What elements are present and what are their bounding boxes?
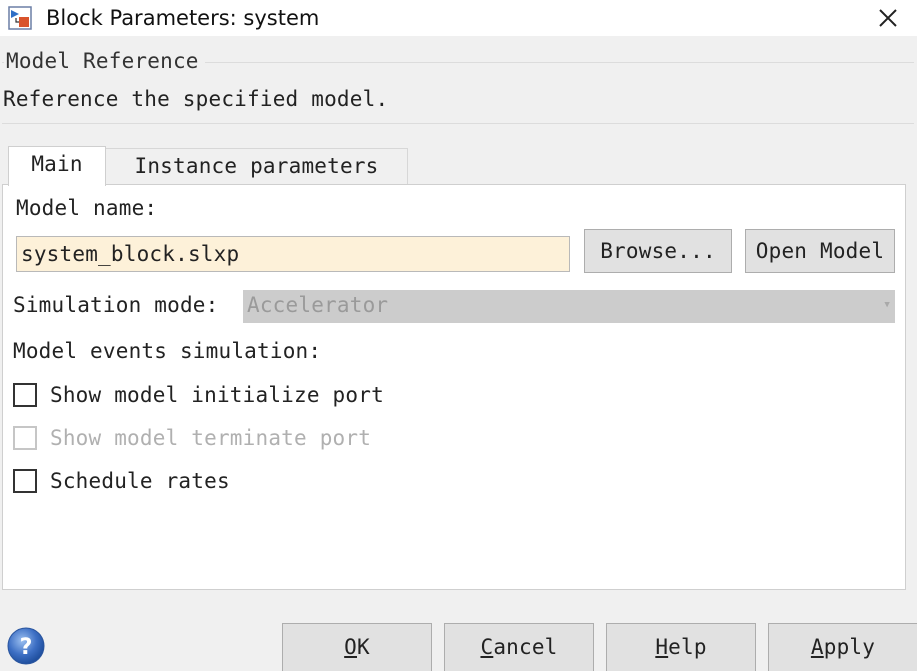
cancel-label-rest: ancel	[493, 635, 558, 659]
block-type-label: Model Reference	[4, 46, 205, 76]
help-accel: H	[655, 635, 669, 659]
tab-main[interactable]: Main	[8, 146, 106, 186]
tab-instance-parameters[interactable]: Instance parameters	[106, 148, 408, 184]
cancel-button[interactable]: Cancel	[444, 623, 594, 671]
schedule-rates-checkbox[interactable]	[13, 469, 37, 493]
chevron-down-icon: ▼	[884, 300, 890, 310]
apply-accel: A	[810, 635, 824, 659]
window-title: Block Parameters: system	[46, 6, 320, 30]
schedule-rates-label[interactable]: Schedule rates	[50, 466, 230, 496]
apply-label-rest: pply	[823, 635, 876, 659]
block-description: Reference the specified model.	[3, 87, 389, 111]
question-icon[interactable]: ?	[6, 626, 46, 666]
svg-text:?: ?	[20, 635, 33, 660]
simulink-block-icon	[8, 6, 32, 30]
model-name-input[interactable]: system_block.slxp	[16, 236, 570, 272]
show-initialize-port-checkbox[interactable]	[13, 383, 37, 407]
ok-label-rest: K	[357, 635, 370, 659]
help-button[interactable]: Help	[606, 623, 756, 671]
ok-accel: O	[344, 635, 357, 659]
close-button[interactable]	[864, 0, 912, 36]
cancel-accel: C	[480, 635, 494, 659]
help-label-rest: elp	[668, 635, 707, 659]
model-name-label: Model name:	[16, 196, 158, 220]
simulation-mode-select: Accelerator ▼	[243, 290, 895, 323]
simulation-mode-value: Accelerator	[247, 293, 389, 317]
apply-button[interactable]: Apply	[768, 623, 917, 671]
ok-button[interactable]: OK	[282, 623, 432, 671]
browse-button[interactable]: Browse...	[584, 229, 732, 273]
simulation-mode-label: Simulation mode:	[13, 293, 219, 317]
model-events-label: Model events simulation:	[13, 339, 322, 363]
title-bar: Block Parameters: system	[0, 0, 917, 36]
show-terminate-port-checkbox	[13, 426, 37, 450]
show-initialize-port-label[interactable]: Show model initialize port	[50, 380, 384, 410]
close-icon	[879, 9, 897, 27]
open-model-button[interactable]: Open Model	[745, 229, 895, 273]
show-terminate-port-label: Show model terminate port	[50, 426, 372, 450]
